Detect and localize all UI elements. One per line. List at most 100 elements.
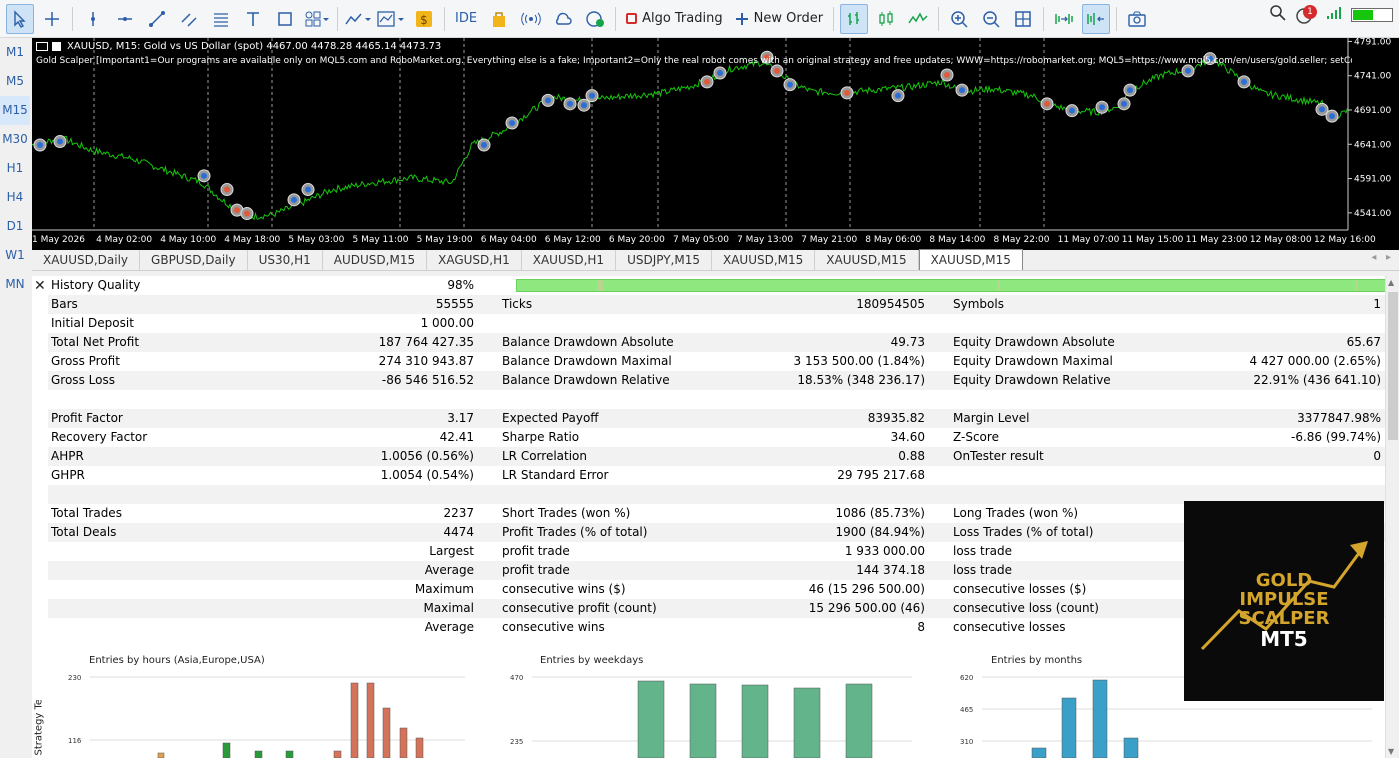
tab-chart-10[interactable]: XAUUSD,M15 (918, 249, 1023, 270)
trade-marker[interactable] (541, 93, 555, 107)
chart-shift-icon[interactable] (1082, 3, 1111, 34)
tab-chart-7[interactable]: USDJPY,M15 (616, 250, 712, 270)
tab-chart-8[interactable]: XAUUSD,M15 (712, 250, 816, 270)
indicators-icon[interactable] (376, 4, 406, 34)
timeframe-h1[interactable]: H1 (0, 154, 30, 183)
tab-chart-2[interactable]: GBPUSD,Daily (140, 250, 248, 270)
objects-menu-icon[interactable] (303, 4, 331, 34)
time-label: 5 May 03:00 (288, 235, 344, 245)
trade-marker[interactable] (53, 135, 67, 149)
trade-marker[interactable] (477, 138, 491, 152)
report-value: 3.17 (447, 411, 474, 425)
trade-marker[interactable] (700, 75, 714, 89)
trade-marker[interactable] (940, 68, 954, 82)
report-label: consecutive wins ($) (502, 582, 626, 596)
fibonacci-icon[interactable] (207, 4, 235, 34)
trade-marker[interactable] (770, 64, 784, 78)
algo-trading-button[interactable]: Algo Trading (620, 4, 729, 34)
history-quality-label: History Quality (51, 278, 141, 292)
trade-marker[interactable] (955, 83, 969, 97)
tab-chart-3[interactable]: US30,H1 (248, 250, 323, 270)
bar-chart-icon[interactable] (840, 3, 869, 34)
scroll-up-icon[interactable]: ▲ (1388, 278, 1394, 287)
ide-button[interactable]: IDE (449, 4, 483, 34)
signals-icon[interactable] (517, 4, 545, 34)
trendline-icon[interactable] (143, 4, 171, 34)
trade-marker[interactable] (33, 138, 47, 152)
text-tool-icon[interactable] (239, 4, 267, 34)
trade-marker[interactable] (577, 98, 591, 112)
channel-icon[interactable] (175, 4, 203, 34)
timeframe-mn[interactable]: MN (0, 270, 30, 299)
trade-marker[interactable] (1237, 75, 1251, 89)
histogram-bar (845, 683, 873, 758)
trade-marker[interactable] (840, 86, 854, 100)
shapes-icon[interactable] (271, 4, 299, 34)
trade-marker[interactable] (505, 116, 519, 130)
line-chart-icon[interactable] (904, 4, 932, 34)
timeframe-h4[interactable]: H4 (0, 183, 30, 212)
zoom-in-icon[interactable] (945, 4, 973, 34)
trade-marker[interactable] (287, 193, 301, 207)
trade-marker[interactable] (1325, 109, 1339, 123)
report-label: Loss Trades (% of total) (953, 525, 1094, 539)
trade-marker[interactable] (1095, 100, 1109, 114)
report-row: GHPR 1.0054 (0.54%) LR Standard Error 29 79… (48, 466, 1385, 485)
tab-scroll-arrows[interactable]: ◂ ▸ (1371, 252, 1391, 263)
autoscroll-icon[interactable] (1050, 4, 1078, 34)
vps-cloud-icon[interactable] (549, 4, 577, 34)
trade-marker[interactable] (301, 183, 315, 197)
tab-chart-9[interactable]: XAUUSD,M15 (815, 250, 919, 270)
time-label: 4 May 10:00 (160, 235, 216, 245)
price-chart[interactable]: 4791.00 4741.00 4691.00 4641.00 4591.00 4541.… (32, 38, 1399, 250)
trade-marker[interactable] (197, 169, 211, 183)
timeframe-w1[interactable]: W1 (0, 241, 30, 270)
tab-chart-1[interactable]: XAUUSD,Daily (32, 250, 141, 270)
bag-icon[interactable] (485, 4, 513, 34)
trade-marker[interactable] (1123, 83, 1137, 97)
trade-marker[interactable] (1181, 64, 1195, 78)
new-order-button[interactable]: New Order (729, 4, 829, 34)
trade-marker[interactable] (713, 66, 727, 80)
close-panel-icon[interactable]: ✕ (34, 278, 46, 294)
trade-marker[interactable] (891, 89, 905, 103)
tab-chart-5[interactable]: XAGUSD,H1 (427, 250, 522, 270)
tab-chart-4[interactable]: AUDUSD,M15 (323, 250, 428, 270)
time-label: 4 May 02:00 (96, 235, 152, 245)
expert-icon (52, 41, 61, 51)
crosshair-icon[interactable] (38, 4, 66, 34)
zoom-out-icon[interactable] (977, 4, 1005, 34)
vertical-line-icon[interactable] (79, 4, 107, 34)
trade-marker[interactable] (240, 207, 254, 221)
scroll-thumb[interactable] (1388, 292, 1398, 440)
notifications-button[interactable]: 1 (1295, 4, 1317, 25)
trade-marker[interactable] (783, 78, 797, 92)
tile-windows-icon[interactable] (1009, 4, 1037, 34)
timeframe-m15[interactable]: M15 (0, 96, 30, 125)
trade-marker[interactable] (220, 183, 234, 197)
report-scrollbar[interactable]: ▲ ▼ (1385, 276, 1399, 758)
cursor-tool-icon[interactable] (6, 3, 34, 34)
trade-marker[interactable] (1040, 97, 1054, 111)
tab-chart-6[interactable]: XAUUSD,H1 (522, 250, 617, 270)
report-value: 1 (1373, 297, 1381, 311)
report-value: Maximum (414, 582, 474, 596)
market-icon[interactable]: $ (410, 4, 438, 34)
trade-marker[interactable] (1117, 97, 1131, 111)
timeframe-m1[interactable]: M1 (0, 38, 30, 67)
search-icon[interactable] (1269, 4, 1287, 25)
price-label: 4691.00 (1354, 106, 1391, 116)
scroll-down-icon[interactable]: ▼ (1388, 747, 1394, 756)
trade-marker[interactable] (563, 97, 577, 111)
chart-type-icon[interactable] (344, 4, 372, 34)
trade-marker[interactable] (585, 89, 599, 103)
horizontal-line-icon[interactable] (111, 4, 139, 34)
strategy-tester-side-tab[interactable]: Strategy Tester (31, 700, 45, 758)
candlestick-icon[interactable] (872, 4, 900, 34)
screenshot-icon[interactable] (1123, 4, 1151, 34)
timeframe-m5[interactable]: M5 (0, 67, 30, 96)
timeframe-m30[interactable]: M30 (0, 125, 30, 154)
trade-marker[interactable] (1065, 104, 1079, 118)
timeframe-d1[interactable]: D1 (0, 212, 30, 241)
copy-trading-icon[interactable] (581, 4, 609, 34)
